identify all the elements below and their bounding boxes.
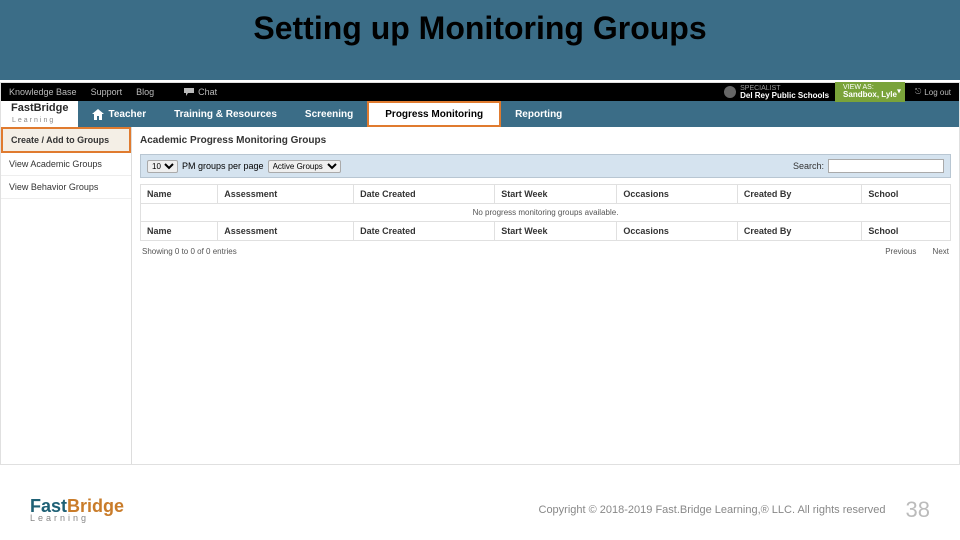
page-heading: Academic Progress Monitoring Groups [140,135,951,146]
nav-teacher[interactable]: Teacher [78,101,160,127]
nav-reporting[interactable]: Reporting [501,101,576,127]
footer-copyright: Copyright © 2018-2019 Fast.Bridge Learni… [124,504,905,516]
foot-date-created: Date Created [354,222,495,241]
nav-knowledge-base[interactable]: Knowledge Base [9,87,77,97]
col-date-created[interactable]: Date Created [354,185,495,204]
utility-bar: Knowledge Base Support Blog Chat SPECIAL… [1,83,959,101]
table-empty-message: No progress monitoring groups available. [141,204,951,222]
table-footer: Showing 0 to 0 of 0 entries Previous Nex… [140,247,951,256]
avatar-icon [724,86,736,98]
foot-created-by: Created By [737,222,862,241]
brand-logo[interactable]: FastBridge Learning [1,101,78,127]
foot-occasions: Occasions [617,222,737,241]
slide-title: Setting up Monitoring Groups [0,10,960,47]
col-occasions[interactable]: Occasions [617,185,737,204]
brand-sub: Learning [12,117,55,124]
foot-name: Name [141,222,218,241]
sidebar-item-academic-groups[interactable]: View Academic Groups [1,153,131,176]
main-nav: FastBridge Learning Teacher Training & R… [1,101,959,127]
view-as-dropdown[interactable]: VIEW AS: Sandbox, Lyle ▾ [835,82,905,102]
sidebar-item-create-groups[interactable]: Create / Add to Groups [1,127,131,153]
logout-icon: ⎋ [915,87,921,97]
brand-main: FastBridge [11,102,68,114]
foot-assessment: Assessment [218,222,354,241]
per-page-label: PM groups per page [182,161,264,171]
chat-label: Chat [198,87,217,97]
chevron-down-icon: ▾ [897,88,901,97]
nav-blog[interactable]: Blog [136,87,154,97]
footer-logo: FastBridge Learning [30,498,124,522]
home-icon [92,109,104,120]
chat-icon [184,88,194,96]
group-filter-select[interactable]: Active Groups [268,160,341,173]
table-controls: 10 PM groups per page Active Groups Sear… [140,154,951,178]
showing-text: Showing 0 to 0 of 0 entries [142,247,237,256]
specialist-org: Del Rey Public Schools [740,92,829,100]
sidebar: Create / Add to Groups View Academic Gro… [1,127,132,464]
col-start-week[interactable]: Start Week [495,185,617,204]
groups-table: Name Assessment Date Created Start Week … [140,184,951,241]
logout-link[interactable]: ⎋ Log out [915,87,951,97]
pager-prev[interactable]: Previous [885,247,916,256]
nav-progress-monitoring[interactable]: Progress Monitoring [367,101,501,127]
content-panel: Academic Progress Monitoring Groups 10 P… [132,127,959,464]
foot-school: School [862,222,951,241]
logout-label: Log out [924,88,951,97]
specialist-badge[interactable]: SPECIALIST Del Rey Public Schools [724,85,829,100]
pager-next[interactable]: Next [933,247,949,256]
footer-page-number: 38 [906,497,930,523]
col-assessment[interactable]: Assessment [218,185,354,204]
view-as-value: Sandbox, Lyle [843,91,897,100]
nav-screening[interactable]: Screening [291,101,367,127]
search-input[interactable] [828,159,944,173]
nav-training[interactable]: Training & Resources [160,101,291,127]
nav-support[interactable]: Support [91,87,123,97]
per-page-select[interactable]: 10 [147,160,178,173]
app-screenshot: Knowledge Base Support Blog Chat SPECIAL… [0,82,960,465]
col-name[interactable]: Name [141,185,218,204]
foot-start-week: Start Week [495,222,617,241]
nav-chat[interactable]: Chat [184,87,217,97]
col-school[interactable]: School [862,185,951,204]
sidebar-item-behavior-groups[interactable]: View Behavior Groups [1,176,131,199]
search-label: Search: [793,161,824,171]
nav-teacher-label: Teacher [108,109,146,120]
col-created-by[interactable]: Created By [737,185,862,204]
slide-footer: FastBridge Learning Copyright © 2018-201… [0,480,960,540]
